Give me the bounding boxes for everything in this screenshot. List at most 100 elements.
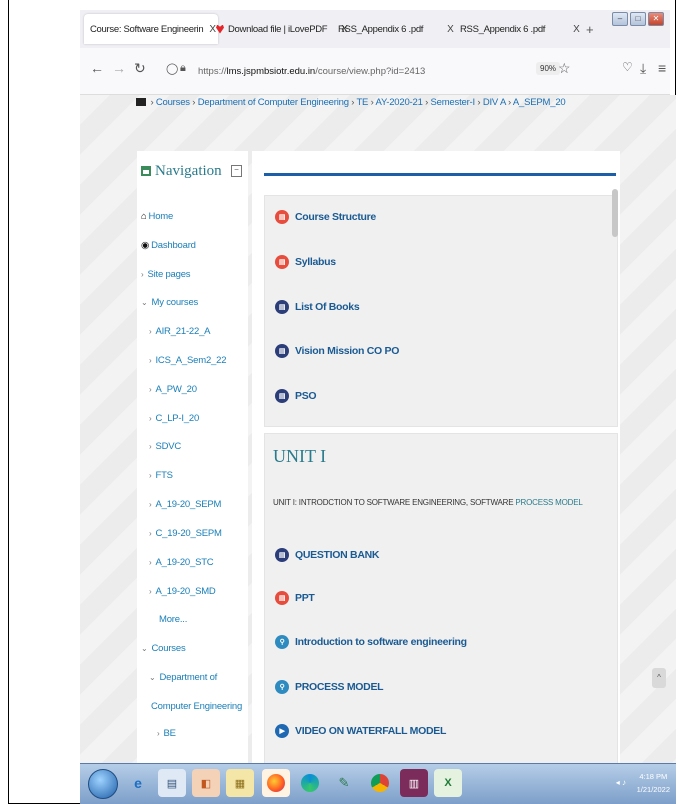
navigation-block: Navigation − ⌂ Home ◉ Dashboard › Site pages ⌄… xyxy=(137,151,248,763)
navigation-item[interactable]: › A_19-20_SEPM xyxy=(149,499,221,510)
zoom-badge[interactable]: 90% xyxy=(536,62,561,75)
activity-link[interactable]: ▤ PPT xyxy=(275,591,315,605)
close-window-button[interactable]: ✕ xyxy=(648,12,664,26)
navigation-item[interactable]: ⌂ Home xyxy=(141,211,173,222)
navigation-item-label: Site pages xyxy=(147,269,191,280)
navigation-item-label: My courses xyxy=(151,297,199,308)
reload-icon[interactable]: ↻ xyxy=(134,60,146,77)
navigation-item[interactable]: › SDVC xyxy=(149,441,181,452)
navigation-item[interactable]: ⌄ Courses xyxy=(141,643,186,654)
collapse-block-icon[interactable]: − xyxy=(231,165,242,177)
scrollbar-thumb[interactable] xyxy=(612,189,618,237)
breadcrumb-item[interactable]: DIV A xyxy=(483,97,506,108)
activity-link[interactable]: ▤ QUESTION BANK xyxy=(275,548,379,562)
shield-icon[interactable]: ◯ xyxy=(166,62,178,75)
home-icon: ⌂ xyxy=(141,211,147,222)
navigation-item[interactable]: ◉ Dashboard xyxy=(141,240,196,251)
windows-taskbar: e ▤ ◧ ▦ ✎ ▥ X ◂ ♪ 4:18 PM 1/21/2022 xyxy=(80,763,676,804)
new-tab-button[interactable]: + xyxy=(586,14,594,44)
start-button[interactable] xyxy=(88,769,118,799)
maximize-button[interactable]: □ xyxy=(630,12,646,26)
back-icon[interactable]: ← xyxy=(90,60,104,76)
close-icon[interactable]: X xyxy=(447,24,454,35)
link-icon: ⚲ xyxy=(275,680,289,694)
folder-icon xyxy=(136,98,146,106)
navigation-item[interactable]: Computer Engineering xyxy=(141,701,242,712)
tab-course[interactable]: Course: Software Engineerin X xyxy=(84,14,218,44)
activity-link[interactable]: ▤ Syllabus xyxy=(275,255,336,269)
pdf-icon: ▤ xyxy=(275,255,289,269)
navigation-item[interactable]: › ICS_A_Sem2_22 xyxy=(149,355,226,366)
tab-title: RSS_Appendix 6 .pdf xyxy=(338,23,424,35)
activity-label: PROCESS MODEL xyxy=(295,681,384,693)
chrome-icon[interactable] xyxy=(366,769,394,797)
activity-link[interactable]: ▤ PSO xyxy=(275,389,317,403)
close-icon[interactable]: X xyxy=(209,24,216,35)
breadcrumb: › Courses › Department of Computer Engin… xyxy=(136,97,566,108)
activity-link[interactable]: ▤ Vision Mission CO PO xyxy=(275,344,399,358)
activity-link[interactable]: ⚲ PROCESS MODEL xyxy=(275,680,384,694)
navigation-item[interactable]: › C_LP-I_20 xyxy=(149,413,199,424)
media-player-icon[interactable]: ◧ xyxy=(192,769,220,797)
url-field[interactable]: https://lms.jspmbsiotr.edu.in/course/vie… xyxy=(198,60,588,82)
breadcrumb-item[interactable]: Department of Computer Engineering xyxy=(198,97,349,108)
navigation-item[interactable]: › A_19-20_STC xyxy=(149,557,214,568)
navigation-item-label: SDVC xyxy=(155,441,182,452)
navigation-item[interactable]: ⌄ Department of xyxy=(149,672,217,683)
navigation-item[interactable]: › BE xyxy=(157,728,176,739)
lock-icon[interactable]: 🔒︎ xyxy=(180,62,186,75)
window-controls: – □ ✕ xyxy=(612,12,664,26)
tab-rss-2[interactable]: RSS_Appendix 6 .pdf X xyxy=(460,14,580,44)
breadcrumb-item[interactable]: A_SEPM_20 xyxy=(513,97,566,108)
activity-link[interactable]: ⚲ Introduction to software engineering xyxy=(275,635,467,649)
scroll-up-button[interactable]: ^ xyxy=(652,668,666,688)
unit-description-link[interactable]: PROCESS MODEL xyxy=(515,498,582,507)
firefox-icon[interactable] xyxy=(262,769,290,797)
chevron-right-icon: › xyxy=(149,385,152,394)
bookmark-star-icon[interactable]: ☆ xyxy=(558,60,571,77)
tab-title: RSS_Appendix 6 .pdf xyxy=(460,23,546,35)
navigation-item[interactable]: ⌄ My courses xyxy=(141,297,198,308)
navigation-item[interactable]: › Site pages xyxy=(141,269,191,280)
pocket-icon[interactable]: ♡ xyxy=(622,60,633,74)
navigation-item[interactable]: › C_19-20_SEPM xyxy=(149,528,222,539)
navigation-item[interactable]: › A_PW_20 xyxy=(149,384,197,395)
folder-app-icon[interactable]: ▦ xyxy=(226,769,254,797)
chevron-right-icon: › xyxy=(149,442,152,451)
activity-label: Vision Mission CO PO xyxy=(295,345,400,357)
chevron-down-icon: ⌄ xyxy=(141,298,148,307)
edge-icon[interactable] xyxy=(296,769,324,797)
tab-rss-1[interactable]: RSS_Appendix 6 .pdf X xyxy=(338,14,454,44)
breadcrumb-item[interactable]: TE xyxy=(356,97,368,108)
navigation-item[interactable]: › FTS xyxy=(149,470,173,481)
page-viewport: › Courses › Department of Computer Engin… xyxy=(80,95,676,763)
activity-link[interactable]: ▤ List Of Books xyxy=(275,300,360,314)
breadcrumb-item[interactable]: Courses xyxy=(156,97,190,108)
breadcrumb-item[interactable]: AY-2020-21 xyxy=(376,97,423,108)
minimize-button[interactable]: – xyxy=(612,12,628,26)
menu-icon[interactable]: ≡ xyxy=(658,60,666,76)
navigation-item[interactable]: › AIR_21-22_A xyxy=(149,326,211,337)
navigation-item-label: A_PW_20 xyxy=(155,384,197,395)
paint-icon[interactable]: ✎ xyxy=(330,769,358,797)
excel-icon[interactable]: X xyxy=(434,769,462,797)
system-clock[interactable]: 4:18 PM 1/21/2022 xyxy=(637,770,670,796)
activity-link[interactable]: ▤ Course Structure xyxy=(275,210,376,224)
navigation-item[interactable]: More... xyxy=(149,614,187,625)
volume-icon[interactable]: ◂ ♪ xyxy=(616,778,626,787)
explorer-icon[interactable]: ▤ xyxy=(158,769,186,797)
ie-icon[interactable]: e xyxy=(124,769,152,797)
forward-icon[interactable]: → xyxy=(112,60,126,76)
winrar-icon[interactable]: ▥ xyxy=(400,769,428,797)
general-section: ▤ Course Structure ▤ Syllabus ▤ List Of Books… xyxy=(264,195,618,427)
activity-link[interactable]: ▶ VIDEO ON WATERFALL MODEL xyxy=(275,724,446,738)
breadcrumb-item[interactable]: Semester-I xyxy=(431,97,476,108)
download-icon[interactable]: ⤓ xyxy=(640,60,646,77)
close-icon[interactable]: X xyxy=(573,24,580,35)
chevron-right-icon: › xyxy=(141,270,144,279)
tab-ilovepdf[interactable]: Download file | iLovePDF X xyxy=(216,14,348,44)
tab-title: Course: Software Engineerin xyxy=(90,23,204,35)
dashboard-icon: ◉ xyxy=(141,240,150,251)
activity-label: List Of Books xyxy=(295,301,360,313)
navigation-item[interactable]: › A_19-20_SMD xyxy=(149,586,216,597)
